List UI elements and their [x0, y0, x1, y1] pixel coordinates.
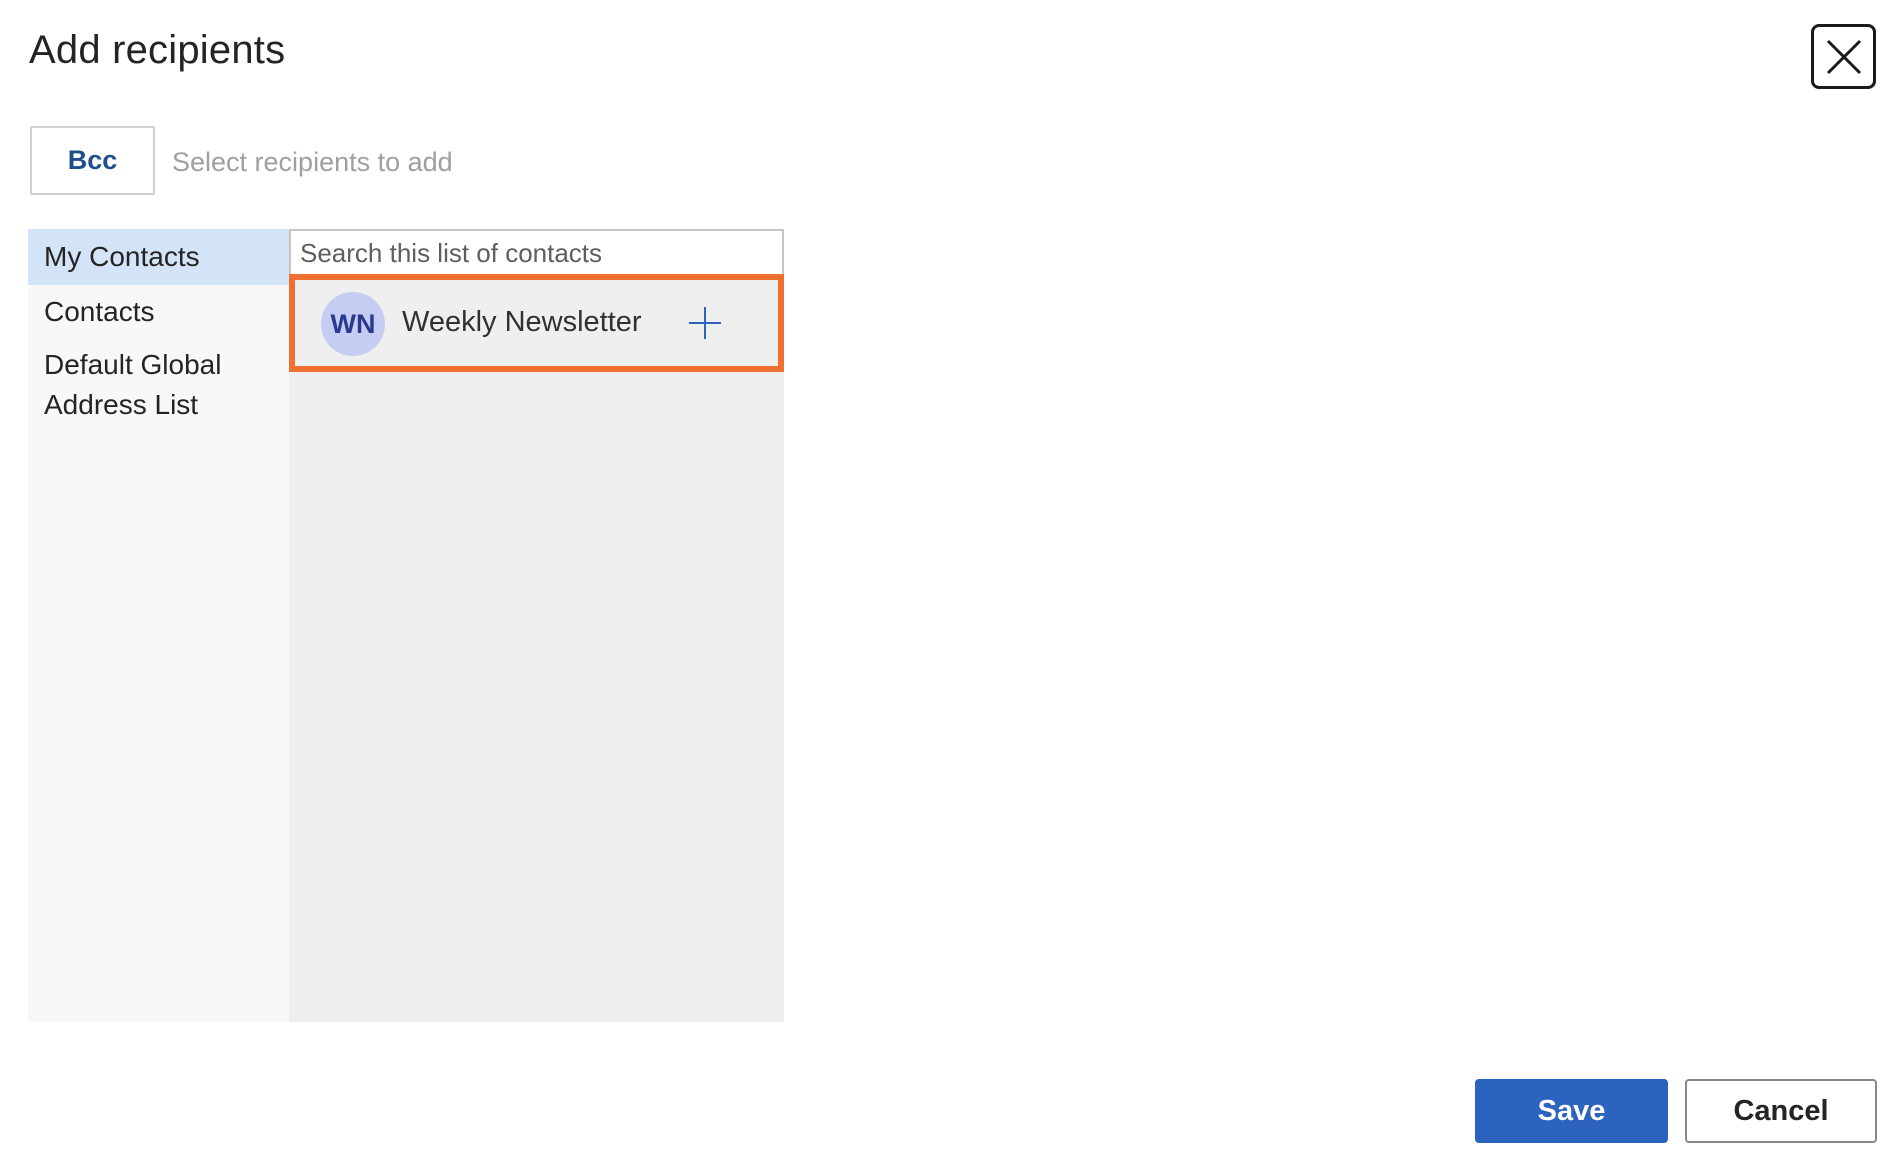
contact-list-panel: WN Weekly Newsletter	[289, 229, 784, 1022]
add-recipients-dialog: Add recipients Bcc My Contacts Contacts …	[0, 0, 1888, 1162]
sidebar-item-contacts[interactable]: Contacts	[28, 286, 289, 336]
cancel-button[interactable]: Cancel	[1685, 1079, 1877, 1143]
sidebar-item-default-global-address-list[interactable]: Default Global Address List	[28, 341, 248, 425]
recipients-input[interactable]	[172, 140, 772, 184]
dialog-title: Add recipients	[29, 28, 286, 72]
save-button[interactable]: Save	[1475, 1079, 1668, 1143]
address-book-sidebar: My Contacts Contacts Default Global Addr…	[28, 229, 289, 1022]
close-icon	[1826, 39, 1861, 74]
contact-row-weekly-newsletter[interactable]: WN Weekly Newsletter	[289, 274, 784, 372]
bcc-button[interactable]: Bcc	[30, 126, 155, 195]
plus-icon	[689, 307, 721, 339]
add-contact-button[interactable]	[682, 300, 728, 346]
sidebar-item-my-contacts[interactable]: My Contacts	[28, 229, 289, 285]
contact-search-input[interactable]	[289, 229, 784, 277]
contact-name: Weekly Newsletter	[402, 306, 642, 338]
avatar: WN	[321, 292, 385, 356]
close-button[interactable]	[1811, 24, 1876, 89]
